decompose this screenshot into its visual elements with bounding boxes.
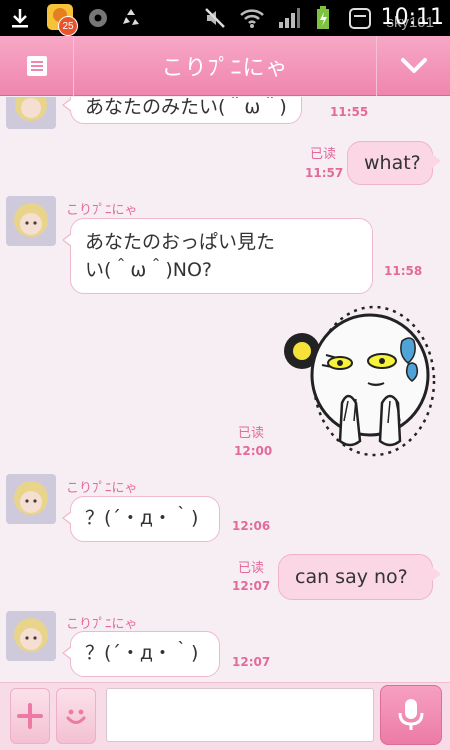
message-bubble-incoming[interactable]: あなたのみたい(＾ω＾): [62, 97, 302, 124]
plus-icon: [17, 703, 43, 729]
signal-icon: [276, 6, 302, 30]
notification-count-badge: 25: [58, 16, 78, 36]
microphone-icon: [398, 699, 424, 730]
message-time: 11:55: [330, 105, 369, 119]
alarm-icon: [346, 6, 374, 30]
message-composer: [0, 682, 450, 750]
avatar[interactable]: [6, 474, 56, 524]
clock: 10:11: [380, 5, 444, 30]
message-bubble-incoming[interactable]: ？(´・д・｀): [62, 631, 220, 677]
message-time: 12:06: [232, 519, 271, 533]
message-bubble-incoming[interactable]: ？(´・д・｀): [62, 496, 220, 542]
sender-name: こりﾌﾟﾆにゃ: [66, 481, 138, 496]
message-text: あなたのみたい(＾ω＾): [85, 97, 287, 118]
voice-button[interactable]: [380, 685, 442, 745]
mute-icon: [202, 6, 228, 30]
message-text: can say no?: [295, 566, 408, 588]
chevron-down-icon: [400, 58, 427, 73]
sweating-moon-face-sticker[interactable]: [278, 303, 436, 461]
download-icon: [8, 6, 32, 30]
message-bubble-outgoing[interactable]: what?: [347, 141, 441, 185]
menu-icon: [26, 56, 47, 76]
avatar[interactable]: [6, 196, 56, 246]
read-receipt: 已读: [310, 147, 337, 162]
message-text: ？(´・д・｀): [85, 507, 199, 529]
message-time: 12:07: [232, 579, 271, 593]
recycle-icon: [118, 6, 144, 30]
add-button[interactable]: [10, 688, 50, 744]
read-receipt: 已读: [238, 561, 265, 576]
dropdown-button[interactable]: [376, 36, 450, 96]
avatar[interactable]: [6, 97, 56, 129]
emoji-button[interactable]: [56, 688, 96, 744]
message-time: 11:58: [384, 264, 423, 278]
message-text-line: い(＾ω＾)NO?: [85, 259, 212, 281]
message-text: ？(´・д・｀): [85, 642, 199, 664]
battery-icon: [314, 6, 332, 30]
message-text: what?: [364, 152, 421, 174]
sender-name: こりﾌﾟﾆにゃ: [66, 203, 138, 218]
message-bubble-incoming[interactable]: あなたのおっぱい見た い(＾ω＾)NO?: [62, 218, 373, 294]
media-icon: [86, 6, 110, 30]
message-time: 12:07: [232, 655, 271, 669]
message-text-line: あなたのおっぱい見た: [85, 231, 276, 253]
read-receipt: 已读: [238, 426, 265, 441]
message-time: 12:00: [234, 444, 273, 458]
menu-button[interactable]: [0, 36, 74, 96]
chat-header: こりﾌﾟﾆにゃ: [0, 36, 450, 96]
avatar[interactable]: [6, 611, 56, 661]
chat-title: こりﾌﾟﾆにゃ: [161, 56, 289, 81]
message-bubble-outgoing[interactable]: can say no?: [278, 554, 441, 600]
smiley-icon: [66, 709, 86, 724]
sender-name: こりﾌﾟﾆにゃ: [66, 617, 138, 632]
status-bar: 25 sky101 10:11: [0, 0, 450, 36]
message-time: 11:57: [305, 166, 344, 180]
message-input[interactable]: [106, 688, 374, 742]
chat-area[interactable]: あなたのみたい(＾ω＾) 11:55 已读 11:57 what? こりﾌﾟﾆに…: [0, 97, 450, 682]
wifi-icon: [238, 6, 266, 30]
